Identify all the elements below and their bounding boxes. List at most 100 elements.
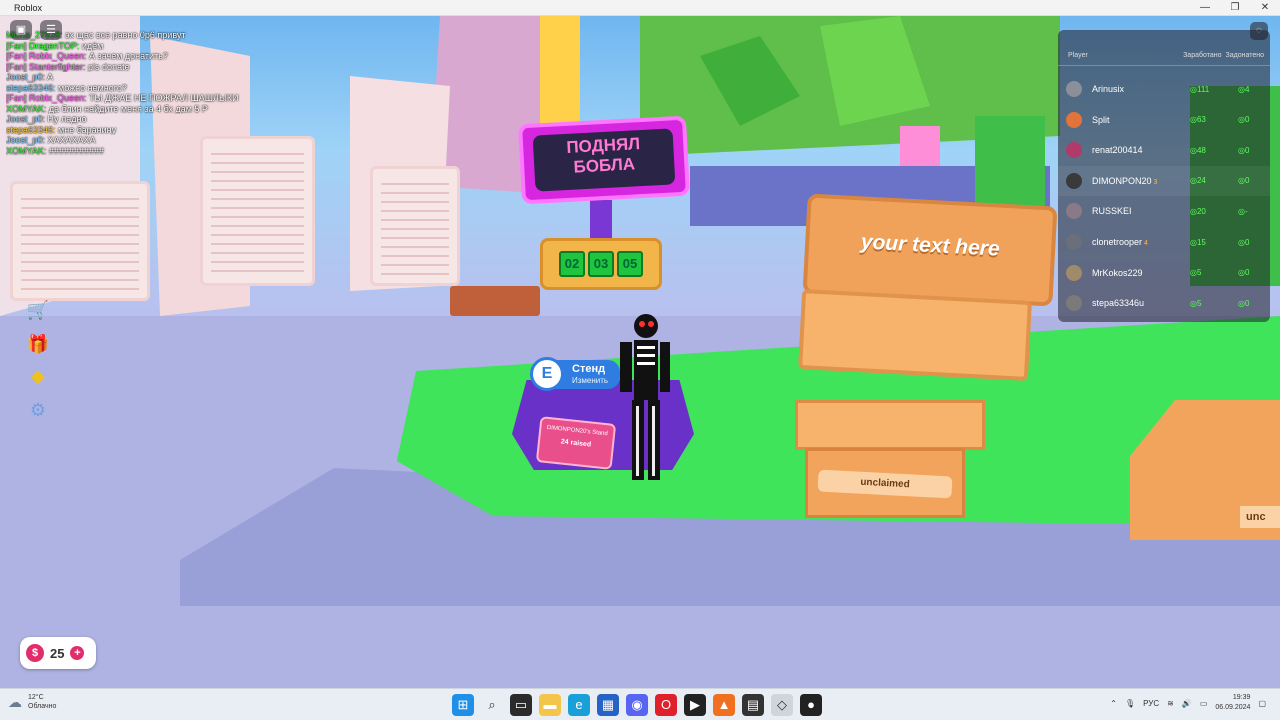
- roblox-menu-button[interactable]: ▣: [10, 20, 32, 40]
- chat-author[interactable]: XOMYAK:: [6, 104, 46, 114]
- store-icon[interactable]: ▦: [597, 694, 619, 716]
- chat-message: [Fan] Roblx_Queen: А зачем донатить?: [6, 51, 306, 62]
- weather-widget[interactable]: ☁ 12°C Облачно: [8, 693, 56, 711]
- wifi-icon[interactable]: ≋: [1167, 699, 1174, 708]
- roblox-taskbar-icon[interactable]: ◇: [771, 694, 793, 716]
- leaderboard-row[interactable]: stepa63346u ◎5 ◎0: [1058, 288, 1270, 318]
- player-avatar-icon: [1066, 142, 1082, 159]
- notifications-icon[interactable]: ▢: [1258, 699, 1266, 708]
- close-button[interactable]: ✕: [1250, 2, 1280, 13]
- chevron-up-icon[interactable]: ⌃: [1110, 699, 1117, 708]
- player-avatar-icon: [1066, 295, 1082, 312]
- player-avatar-icon: [1066, 234, 1082, 250]
- start-icon[interactable]: ⊞: [452, 694, 474, 716]
- leaderboard-row[interactable]: Split ◎63 ◎0: [1058, 105, 1270, 135]
- record-app-icon[interactable]: ●: [800, 694, 822, 716]
- cloud-icon: ☁: [8, 693, 22, 710]
- player-name: stepa63346u: [1092, 298, 1145, 309]
- search-icon[interactable]: ⌕: [481, 694, 503, 716]
- player-avatar-icon: [1066, 111, 1082, 128]
- player-avatar-icon: [1066, 203, 1082, 220]
- player-name: RUSSKEI: [1092, 206, 1132, 217]
- chat-text: можно немного?: [55, 82, 127, 93]
- chat-author[interactable]: [Fan] Roblx_Queen:: [6, 93, 87, 103]
- leaderboard-row[interactable]: RUSSKEI ◎20 ◎-: [1058, 196, 1270, 226]
- chat-message: Joost_p0: Ну ладно: [6, 114, 306, 125]
- leaderboard-row[interactable]: clonetrooper 4 ◎15 ◎0: [1058, 227, 1270, 257]
- player-leaderboard: Player Заработано Задонатено Arinusix ◎11…: [1058, 30, 1270, 322]
- edge-browser-icon[interactable]: e: [568, 694, 590, 716]
- chat-author[interactable]: [Fan] Roblx_Queen:: [6, 51, 87, 61]
- player-earned: ◎5: [1190, 298, 1202, 308]
- chat-author[interactable]: stepa63346:: [6, 83, 56, 93]
- player-donated: ◎0: [1238, 115, 1250, 125]
- chat-author[interactable]: Joost_p0:: [6, 135, 45, 145]
- leaderboard-row[interactable]: renat200414 ◎48 ◎0: [1058, 135, 1270, 165]
- chat-message: stepa63346: можно немного?: [6, 83, 306, 94]
- minimize-button[interactable]: —: [1190, 2, 1220, 13]
- robux-coin-icon: $: [26, 644, 44, 662]
- currency-amount: 25: [50, 645, 65, 661]
- stand-front[interactable]: unclaimed: [805, 448, 965, 518]
- chat-author[interactable]: Joost_p0:: [6, 114, 45, 124]
- header-player: Player: [1068, 52, 1088, 59]
- clock-time: 19:39: [1232, 694, 1251, 701]
- player-earned: ◎15: [1190, 237, 1206, 247]
- terminal-icon[interactable]: ▶: [684, 694, 706, 716]
- player-earned: ◎111: [1190, 84, 1210, 94]
- file-explorer-icon[interactable]: ▬: [539, 694, 561, 716]
- chat-author[interactable]: Joost_p0:: [6, 72, 45, 82]
- volume-icon[interactable]: 🔊: [1182, 699, 1192, 708]
- chat-author[interactable]: [Fan] Stanterfighter:: [6, 62, 86, 72]
- chat-author[interactable]: stepa63346:: [6, 125, 56, 135]
- chat-text: эх щас все равно 0р6 привут: [62, 30, 186, 40]
- player-donated: ◎4: [1238, 84, 1250, 94]
- header-earned: Заработано: [1183, 52, 1222, 59]
- player-name: Split: [1092, 114, 1110, 125]
- discord-icon[interactable]: ◉: [626, 694, 648, 716]
- chat-toggle-button[interactable]: ☰: [40, 20, 62, 40]
- leaderboard-header: Player Заработано Задонатено: [1058, 52, 1270, 64]
- microphone-icon[interactable]: 🎙: [1125, 699, 1135, 708]
- shop-cart-icon[interactable]: 🛒: [26, 298, 50, 322]
- diamond-icon[interactable]: ◆: [26, 364, 50, 388]
- leaderboard-row[interactable]: DIMONPON20 3 ◎24 ◎0: [1058, 165, 1270, 196]
- counter-digit: 02: [559, 251, 585, 277]
- app-icon[interactable]: ▤: [742, 694, 764, 716]
- chat-text: идём: [79, 40, 104, 51]
- chat-message: Joost_p0: ХАХАХАХА: [6, 135, 306, 146]
- settings-gear-icon[interactable]: ⚙: [26, 398, 50, 422]
- leaderboard-row[interactable]: Arinusix ◎111 ◎4: [1058, 74, 1270, 104]
- booth-counter: 02 03 05: [540, 238, 662, 290]
- chat-text: ###########: [46, 145, 104, 156]
- leaderboard-separator: [1058, 65, 1270, 66]
- prompt-sub: Изменить: [572, 375, 609, 385]
- chat-message: [Fan] Stanterfighter: pls donate: [6, 62, 306, 73]
- windows-taskbar: ☁ 12°C Облачно ⊞ ⌕ ▭ ▬ e ▦ ◉ O ▶ ▲ ▤ ◇ ●…: [0, 688, 1280, 720]
- leaderboard-row[interactable]: MrKokos229 ◎5 ◎0: [1058, 258, 1270, 288]
- player-donated: ◎0: [1238, 237, 1250, 247]
- chat-message: [Fan] DragenTOP: идём: [6, 41, 306, 52]
- player-name: Arinusix: [1092, 84, 1125, 94]
- player-donated: ◎0: [1238, 176, 1250, 186]
- chat-message: XOMYAK: ###########: [6, 146, 306, 157]
- leaderboard-wall-mid: [200, 136, 315, 286]
- clock[interactable]: 19:39 06.09.2024: [1215, 693, 1250, 713]
- add-currency-button[interactable]: +: [70, 646, 85, 660]
- prompt-key[interactable]: E: [530, 357, 564, 391]
- opera-icon[interactable]: O: [655, 694, 677, 716]
- weather-desc: Облачно: [28, 703, 57, 710]
- maximize-button[interactable]: ❐: [1220, 2, 1250, 13]
- currency-display[interactable]: $ 25 +: [20, 637, 96, 669]
- battery-icon[interactable]: ▭: [1200, 699, 1208, 708]
- interaction-prompt[interactable]: E Стенд Изменить: [530, 355, 621, 393]
- task-view-icon[interactable]: ▭: [510, 694, 532, 716]
- language-indicator[interactable]: РУС: [1143, 699, 1159, 708]
- chat-author[interactable]: [Fan] DragenTOP:: [6, 41, 79, 51]
- chat-author[interactable]: XOMYAK:: [6, 146, 46, 156]
- gift-icon[interactable]: 🎁: [26, 332, 50, 356]
- stand-unclaimed-label: unclaimed: [817, 469, 953, 499]
- booth-sign-line2: БОБЛА: [573, 154, 636, 177]
- vlc-icon[interactable]: ▲: [713, 694, 735, 716]
- player-earned: ◎48: [1190, 145, 1206, 155]
